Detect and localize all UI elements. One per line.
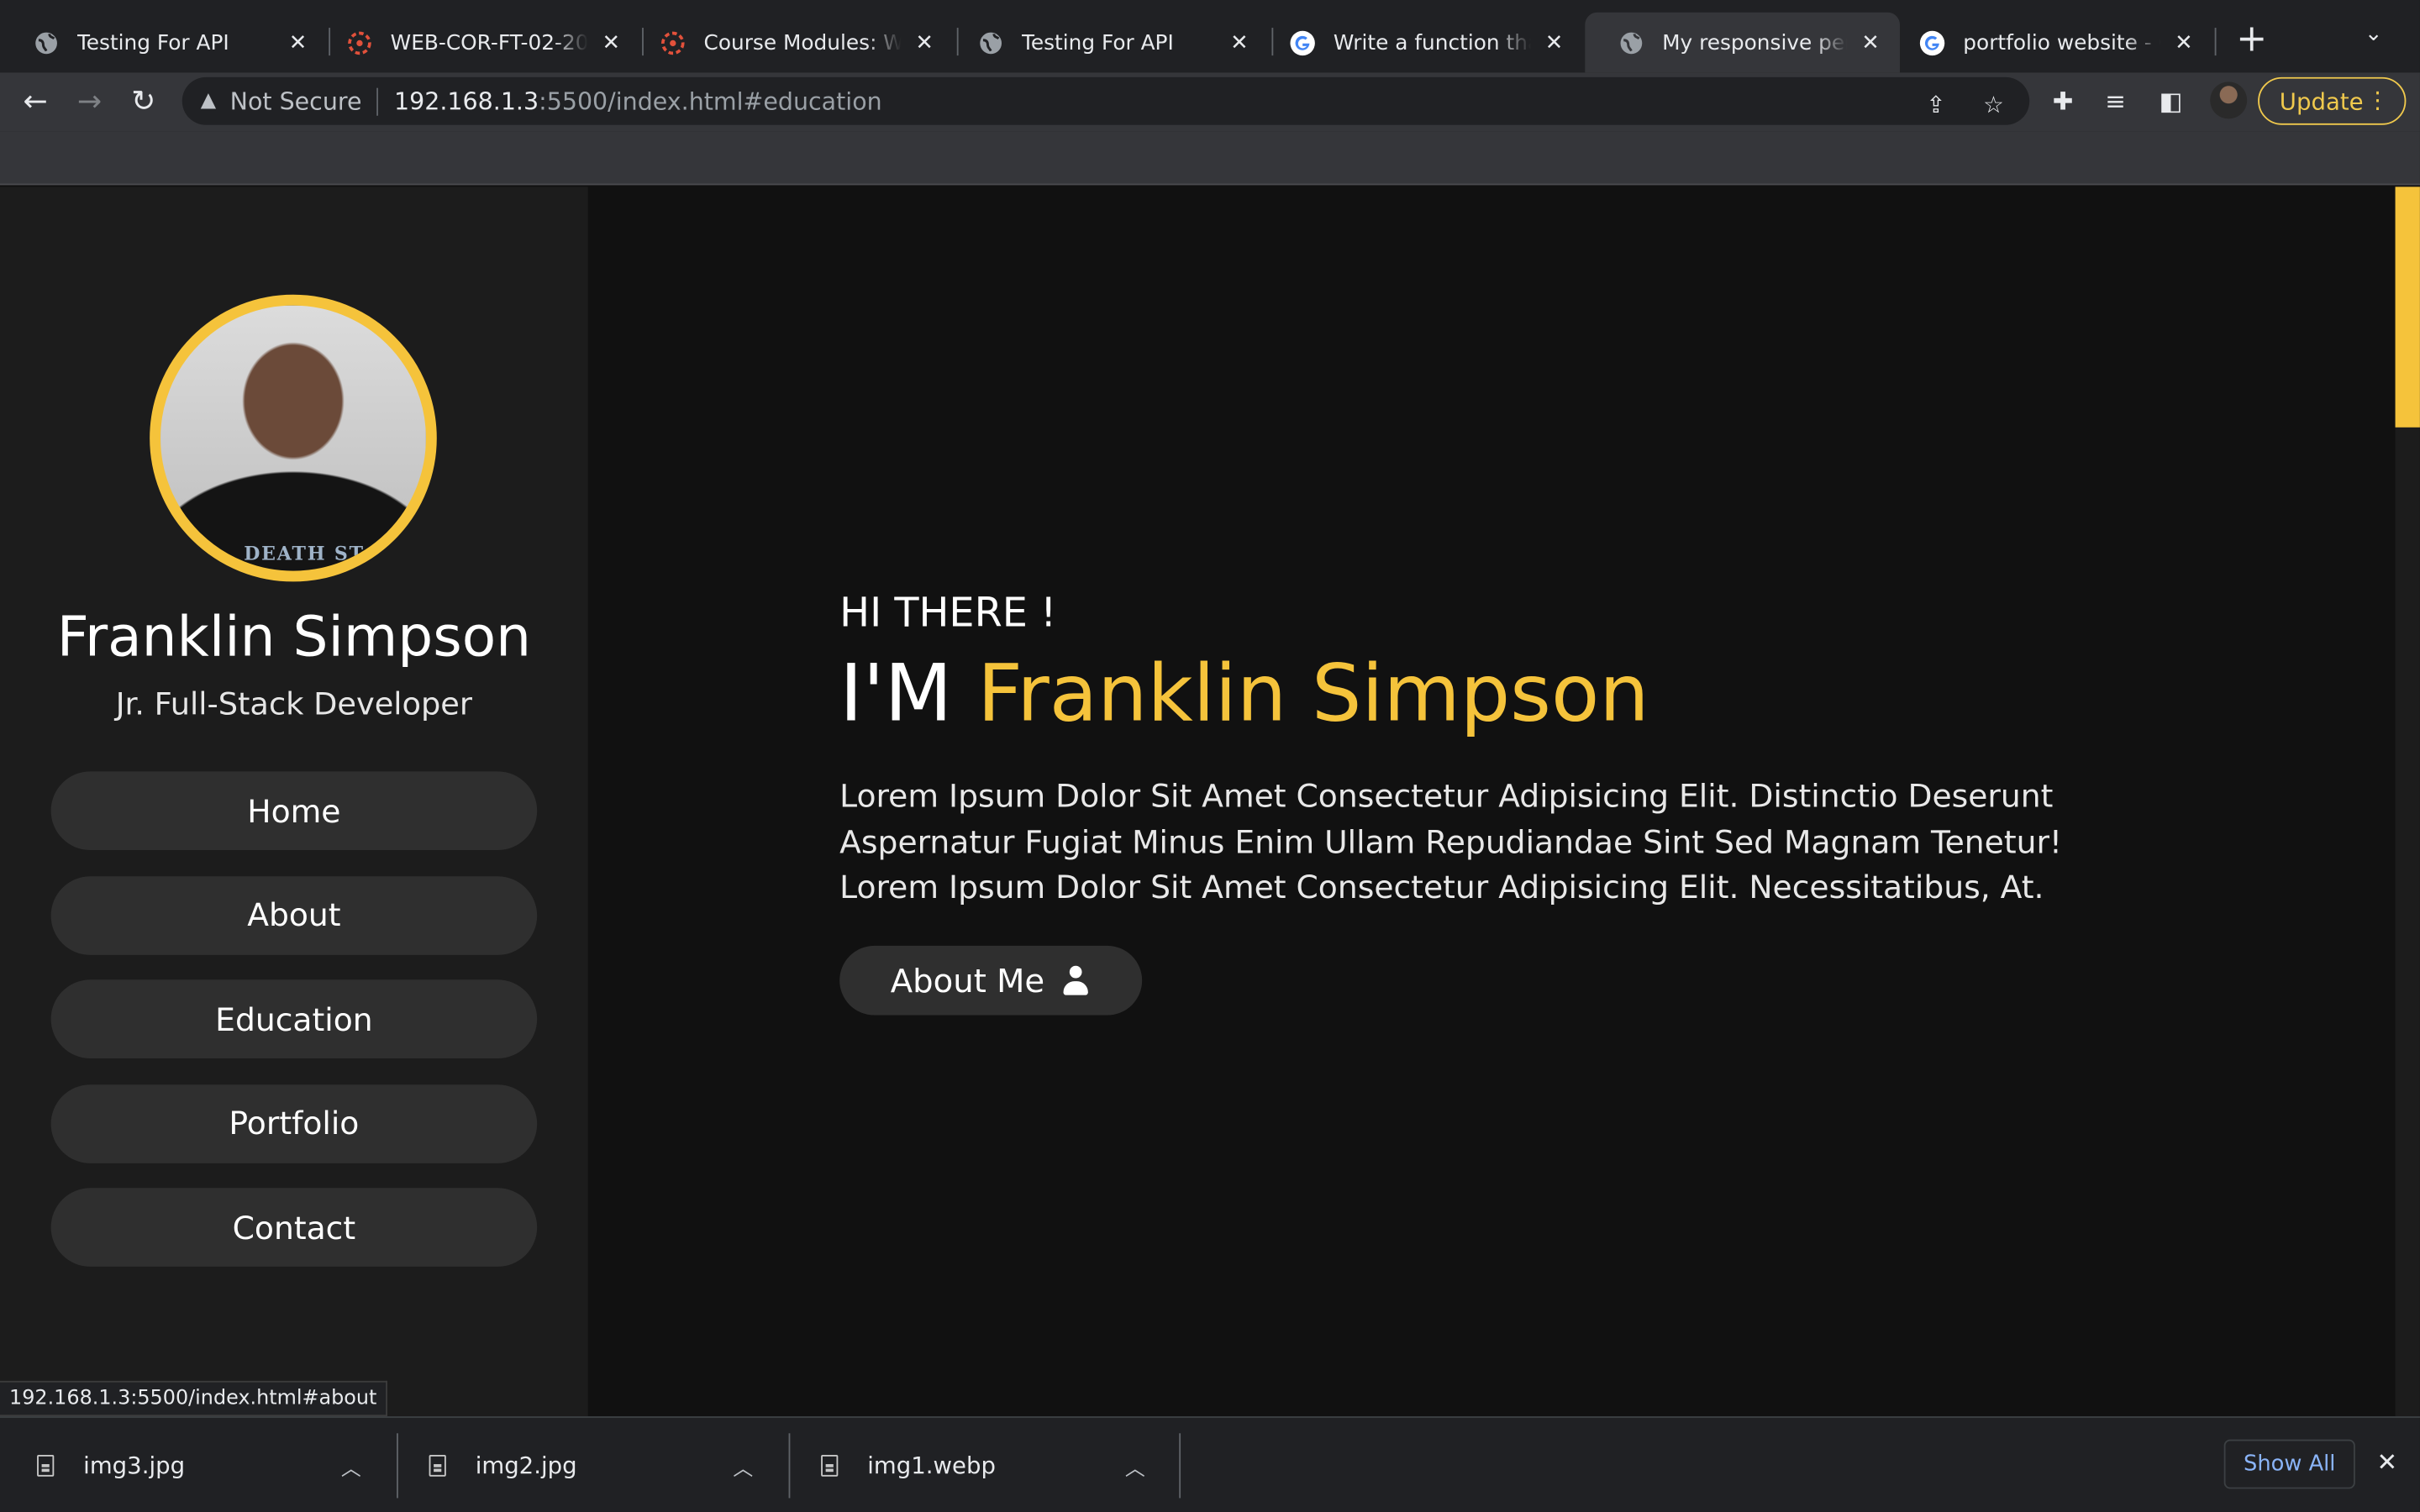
close-icon[interactable]: ✕ [1225,30,1253,55]
tab-title: portfolio website - Google Search [1963,29,2160,55]
shirt-graphic: DEATH ST [244,543,365,565]
hero-prefix: I'M [839,649,953,741]
profile-avatar[interactable] [2210,81,2248,119]
tab-2[interactable]: WEB-COR-FT-02-2023 ✕ [313,13,640,73]
google-icon [1919,29,1945,55]
nav-about[interactable]: About [50,875,538,954]
profile-photo: DEATH ST [150,294,437,582]
hero-name: Franklin Simpson [977,649,1649,741]
sidebar-nav: Home About Education Portfolio Contact [50,771,538,1292]
user-icon [1061,965,1089,995]
download-item[interactable]: img2.jpg ︿ [392,1418,785,1512]
status-url-bubble: 192.168.1.3:5500/index.html#about [0,1380,388,1417]
tab-title: Testing For API [1021,29,1174,55]
nav-home[interactable]: Home [50,771,538,851]
tab-separator [2214,28,2217,56]
warning-icon: ▲ [200,89,217,113]
address-bar[interactable]: ▲ Not Secure 192.168.1.3:5500/index.html… [182,76,2030,125]
download-item[interactable]: img1.webp ︿ [784,1418,1176,1512]
download-filename: img1.webp [867,1452,996,1480]
scrollbar-thumb[interactable] [2395,186,2420,428]
tab-title: Course Modules: WEB-COR [703,29,902,55]
close-icon[interactable]: ✕ [911,30,939,55]
hero-greeting: HI THERE ! [839,591,1057,638]
forward-arrow-icon[interactable]: → [70,81,110,122]
sidebar-role: Jr. Full-Stack Developer [115,685,473,722]
bookmarks-bar [0,131,2420,186]
download-filename: img3.jpg [83,1452,186,1480]
close-icon[interactable]: ✕ [597,30,625,55]
url-host: 192.168.1.3 [394,87,539,115]
more-menu-icon[interactable]: ⋮ [2366,87,2390,114]
update-label: Update [2279,87,2364,115]
tab-3[interactable]: Course Modules: WEB-COR ✕ [627,13,954,73]
extensions-puzzle-icon[interactable]: ✚ [2053,87,2074,116]
url-path: :5500/index.html#education [539,87,882,115]
bookmark-star-icon[interactable]: ☆ [1983,91,2004,118]
security-label: Not Secure [229,87,362,115]
tab-strip: Testing For API ✕ WEB-COR-FT-02-2023 ✕ C… [0,0,2420,73]
sidebar: DEATH ST Franklin Simpson Jr. Full-Stack… [0,186,588,1417]
side-panel-icon[interactable]: ◧ [2160,87,2183,116]
browser-toolbar: ← → ↻ ▲ Not Secure 192.168.1.3:5500/inde… [0,72,2420,132]
new-tab-icon[interactable]: + [2232,18,2272,59]
file-icon [37,1455,55,1477]
globe-icon [34,30,58,55]
download-filename: img2.jpg [475,1452,577,1480]
divider [1179,1433,1181,1499]
canvas-icon [660,30,685,55]
tab-1[interactable]: Testing For API ✕ [0,13,327,73]
reload-icon[interactable]: ↻ [124,81,164,122]
google-icon [1290,29,1315,55]
update-button[interactable]: Update ⋮ [2258,76,2407,125]
hero-bio: Lorem Ipsum Dolor Sit Amet Consectetur A… [839,777,2063,906]
close-icon[interactable]: ✕ [284,30,312,55]
download-item[interactable]: img3.jpg ︿ [0,1418,392,1512]
chevron-up-icon[interactable]: ︿ [733,1452,753,1482]
nav-portfolio[interactable]: Portfolio [50,1084,538,1163]
close-icon[interactable]: ✕ [2170,30,2197,55]
sidebar-name: Franklin Simpson [56,606,532,670]
download-shelf: img3.jpg ︿ img2.jpg ︿ img1.webp ︿ Show A… [0,1416,2420,1512]
divider [376,87,379,115]
tab-4[interactable]: Testing For API ✕ [944,13,1269,73]
show-all-button[interactable]: Show All [2223,1439,2355,1489]
tab-title: Testing For API [76,29,229,55]
chevron-up-icon[interactable]: ︿ [341,1452,361,1482]
globe-icon [978,30,1002,55]
tab-active[interactable]: My responsive personal portfolio ✕ [1585,12,1900,73]
tab-title: Write a function that takes [1333,29,1531,55]
file-icon [429,1455,446,1477]
about-me-button[interactable]: About Me [839,945,1143,1016]
hero-heading: I'M Franklin Simpson [839,649,1649,740]
nav-contact[interactable]: Contact [50,1188,538,1267]
tab-title: WEB-COR-FT-02-2023 [390,29,588,55]
tab-5[interactable]: Write a function that takes ✕ [1256,13,1583,73]
hero-section: HI THERE ! I'M Franklin Simpson Lorem Ip… [588,186,2420,1416]
nav-education[interactable]: Education [50,979,538,1058]
media-queue-icon[interactable]: ≡ [2105,87,2126,116]
close-icon[interactable]: ✕ [1540,30,1568,55]
share-icon[interactable]: ⇪ [1926,91,1945,118]
chevron-down-icon[interactable]: ⌄ [2365,22,2383,46]
page-viewport: DEATH ST Franklin Simpson Jr. Full-Stack… [0,186,2420,1417]
chevron-up-icon[interactable]: ︿ [1125,1452,1145,1482]
file-icon [821,1455,839,1477]
about-me-label: About Me [890,962,1045,1000]
tab-title: My responsive personal portfolio [1662,29,1847,55]
canvas-icon [347,30,371,55]
close-icon[interactable]: ✕ [2377,1447,2398,1477]
tab-7[interactable]: portfolio website - Google Search ✕ [1886,13,2212,73]
back-arrow-icon[interactable]: ← [15,81,55,122]
close-icon[interactable]: ✕ [1857,30,1885,55]
globe-icon [1619,30,1644,55]
